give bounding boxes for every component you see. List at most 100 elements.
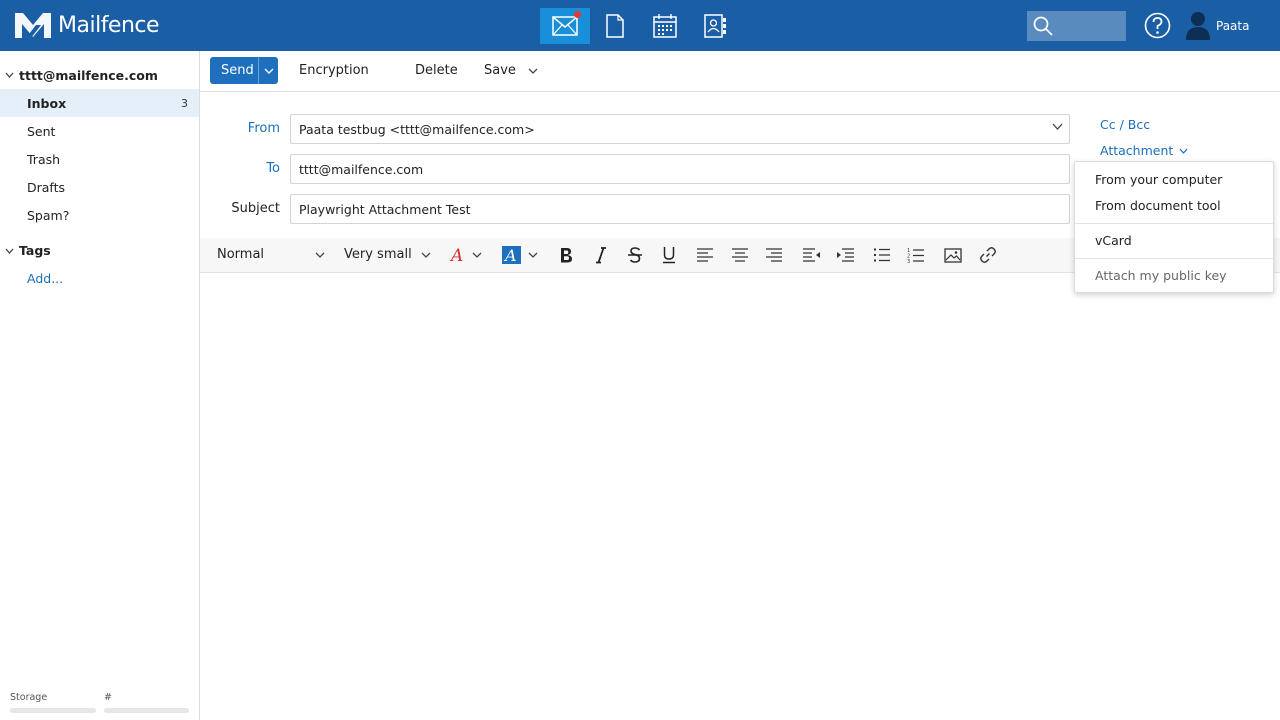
account-header[interactable]: tttt@mailfence.com xyxy=(0,67,158,83)
save-button[interactable]: Save xyxy=(484,63,538,78)
to-value: tttt@mailfence.com xyxy=(299,161,424,177)
attachment-menu: From your computer From document tool vC… xyxy=(1074,161,1274,293)
folder-label: Inbox xyxy=(27,95,67,111)
align-center-button[interactable] xyxy=(729,245,751,265)
chevron-down-icon[interactable] xyxy=(259,68,278,74)
menu-divider xyxy=(1075,258,1273,259)
help-icon xyxy=(1144,12,1171,39)
strikethrough-button[interactable] xyxy=(624,245,646,265)
notification-dot xyxy=(574,11,581,18)
contacts-app-button[interactable] xyxy=(690,8,740,44)
svg-text:3: 3 xyxy=(907,259,910,263)
folder-spam[interactable]: Spam? xyxy=(0,201,199,229)
app-switcher xyxy=(540,8,740,44)
align-left-button[interactable] xyxy=(694,245,716,265)
folder-trash[interactable]: Trash xyxy=(0,145,199,173)
bullet-list-icon xyxy=(874,248,890,262)
align-left-icon xyxy=(697,248,713,262)
folder-inbox[interactable]: Inbox 3 xyxy=(0,89,199,117)
font-size-value: Very small xyxy=(344,247,412,262)
subject-label: Subject xyxy=(231,201,280,216)
menu-item-from-computer[interactable]: From your computer xyxy=(1095,172,1222,187)
numbered-list-icon: 1 2 3 xyxy=(907,248,924,263)
to-label[interactable]: To xyxy=(200,161,280,176)
highlight-color-button[interactable]: A xyxy=(501,245,541,265)
mailfence-logo[interactable]: Mailfence xyxy=(14,11,160,40)
storage-label: Storage xyxy=(10,692,48,703)
align-right-button[interactable] xyxy=(763,245,785,265)
user-name: Paata xyxy=(1216,18,1250,33)
save-label: Save xyxy=(484,63,516,78)
format-select[interactable]: Normal xyxy=(217,247,325,262)
unread-count: 3 xyxy=(181,96,188,110)
mailfence-logo-mark xyxy=(15,13,51,38)
folder-label: Spam? xyxy=(27,207,70,223)
tags-header[interactable]: Tags xyxy=(0,243,51,258)
subject-field[interactable]: Playwright Attachment Test xyxy=(290,194,1070,224)
mail-app-button[interactable] xyxy=(540,8,590,44)
from-select[interactable]: Paata testbug <tttt@mailfence.com> xyxy=(290,114,1070,144)
indent-button[interactable] xyxy=(834,245,856,265)
send-button[interactable]: Send xyxy=(210,57,278,84)
chevron-down-icon xyxy=(421,252,431,258)
menu-item-vcard[interactable]: vCard xyxy=(1095,233,1132,248)
subject-value: Playwright Attachment Test xyxy=(299,201,471,217)
attachment-button[interactable]: Attachment xyxy=(1100,143,1188,158)
format-value: Normal xyxy=(217,247,265,262)
text-color-icon: A xyxy=(449,246,482,265)
message-body-editor[interactable] xyxy=(200,273,1280,720)
encryption-button[interactable]: Encryption xyxy=(299,63,369,78)
image-icon xyxy=(944,247,962,263)
search-icon xyxy=(1033,16,1053,36)
calendar-app-button[interactable] xyxy=(640,8,690,44)
outdent-button[interactable] xyxy=(800,245,822,265)
bullet-list-button[interactable] xyxy=(871,245,893,265)
contacts-app-icon xyxy=(704,14,726,38)
align-right-icon xyxy=(766,248,782,262)
to-field[interactable]: tttt@mailfence.com xyxy=(290,154,1070,184)
svg-text:A: A xyxy=(449,246,463,265)
documents-app-button[interactable] xyxy=(590,8,640,44)
folder-list: Inbox 3 Sent Trash Drafts Spam? xyxy=(0,89,199,229)
indent-icon xyxy=(836,248,854,262)
insert-image-button[interactable] xyxy=(942,245,964,265)
chevron-down-icon xyxy=(0,72,19,78)
cc-bcc-link[interactable]: Cc / Bcc xyxy=(1100,117,1150,132)
underline-icon xyxy=(663,247,675,264)
delete-button[interactable]: Delete xyxy=(415,63,458,78)
send-label: Send xyxy=(221,63,254,78)
strikethrough-icon xyxy=(628,247,642,263)
numbered-list-button[interactable]: 1 2 3 xyxy=(905,245,927,265)
count-bar xyxy=(104,708,189,713)
chevron-down-icon xyxy=(315,252,325,258)
storage-bar xyxy=(10,708,96,713)
font-size-select[interactable]: Very small xyxy=(344,247,431,262)
sidebar: tttt@mailfence.com Inbox 3 Sent Trash Dr… xyxy=(0,51,200,720)
folder-drafts[interactable]: Drafts xyxy=(0,173,199,201)
highlight-color-icon: A xyxy=(502,246,538,265)
underline-button[interactable] xyxy=(658,245,680,265)
menu-item-attach-public-key[interactable]: Attach my public key xyxy=(1095,268,1227,283)
help-button[interactable] xyxy=(1144,12,1171,43)
compose-toolbar: Send Encryption Delete Save xyxy=(200,51,1280,92)
chevron-down-icon xyxy=(528,68,538,74)
insert-link-button[interactable] xyxy=(977,245,999,265)
document-app-icon xyxy=(606,14,624,38)
bold-button[interactable] xyxy=(555,245,577,265)
text-color-button[interactable]: A xyxy=(449,245,485,265)
from-label[interactable]: From xyxy=(200,121,280,136)
user-menu[interactable]: Paata xyxy=(1186,11,1249,40)
menu-item-from-document-tool[interactable]: From document tool xyxy=(1095,198,1221,213)
italic-button[interactable] xyxy=(590,245,612,265)
account-email: tttt@mailfence.com xyxy=(19,67,158,83)
folder-sent[interactable]: Sent xyxy=(0,117,199,145)
add-tag-link[interactable]: Add... xyxy=(27,271,63,286)
count-label: # xyxy=(104,692,112,703)
italic-icon xyxy=(596,247,606,264)
mail-app-icon xyxy=(552,16,578,36)
search-box[interactable] xyxy=(1027,11,1126,41)
user-avatar-icon xyxy=(1186,12,1210,40)
top-bar: Mailfence Paata xyxy=(0,0,1280,51)
tags-heading: Tags xyxy=(19,243,51,258)
chevron-down-icon xyxy=(0,248,19,254)
